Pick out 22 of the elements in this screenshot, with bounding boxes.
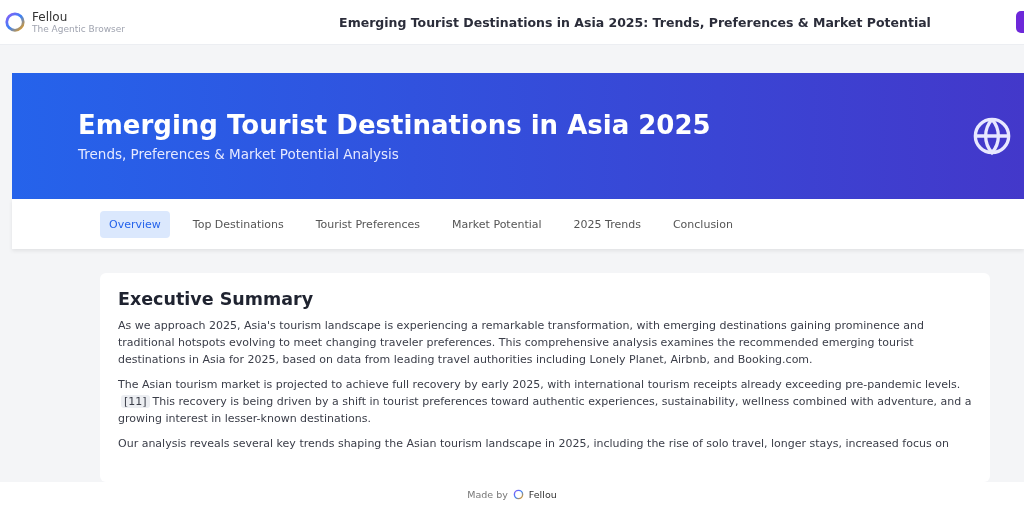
banner-title: Emerging Tourist Destinations in Asia 2025 [78, 110, 711, 140]
nav-tab[interactable]: Conclusion [663, 210, 742, 238]
ring-logo-icon [4, 11, 26, 33]
citation-link[interactable]: [11] [121, 395, 150, 408]
nav-tab[interactable]: Overview [100, 210, 170, 238]
footer-brand[interactable]: Fellou [528, 488, 557, 500]
app-tagline: The Agentic Browser [32, 24, 126, 34]
banner-subtitle: Trends, Preferences & Market Potential Analysis [78, 146, 400, 162]
page-title: Emerging Tourist Destinations in Asia 2025: Trends, Preferences & Market Potential [338, 14, 932, 30]
nav-tab[interactable]: Market Potential [443, 210, 551, 238]
nav-tab[interactable]: 2025 Trends [564, 210, 650, 238]
paragraph: The Asian tourism market is projected to achieve full recovery by early 2025, with international tourism receipts already exceeding pre-pandemic levels. [11] This recovery is being driven by a shift in tourist preferences toward authentic experiences, sustainability, wellness combined with adventure, and a growing interest in lesser-known destinations. [118, 377, 972, 427]
paragraph: Our analysis reveals several key trends shaping the Asian tourism landscape in 2025, including the rise of solo travel, longer stays, increased focus on [118, 436, 950, 452]
ring-logo-icon [512, 488, 524, 500]
side-tab[interactable] [1016, 11, 1024, 33]
made-by-label: Made by [467, 488, 508, 500]
globe-icon [972, 116, 1012, 156]
nav-tab[interactable]: Tourist Preferences [306, 210, 430, 238]
section-heading: Executive Summary [118, 289, 315, 309]
app-name: Fellou [32, 10, 69, 24]
paragraph: As we approach 2025, Asia's tourism landscape is experiencing a remarkable transformation, with emerging destinations gaining prominence and traditional hotspots evolving to meet changing traveler preferences. This comprehensive analysis examines the recommended emerging tourist destinations in Asia for 2025, based on data from leading travel authorities including Lonely Planet, Airbnb, and Booking.com. [118, 318, 926, 368]
nav-tab[interactable]: Top Destinations [183, 210, 293, 238]
